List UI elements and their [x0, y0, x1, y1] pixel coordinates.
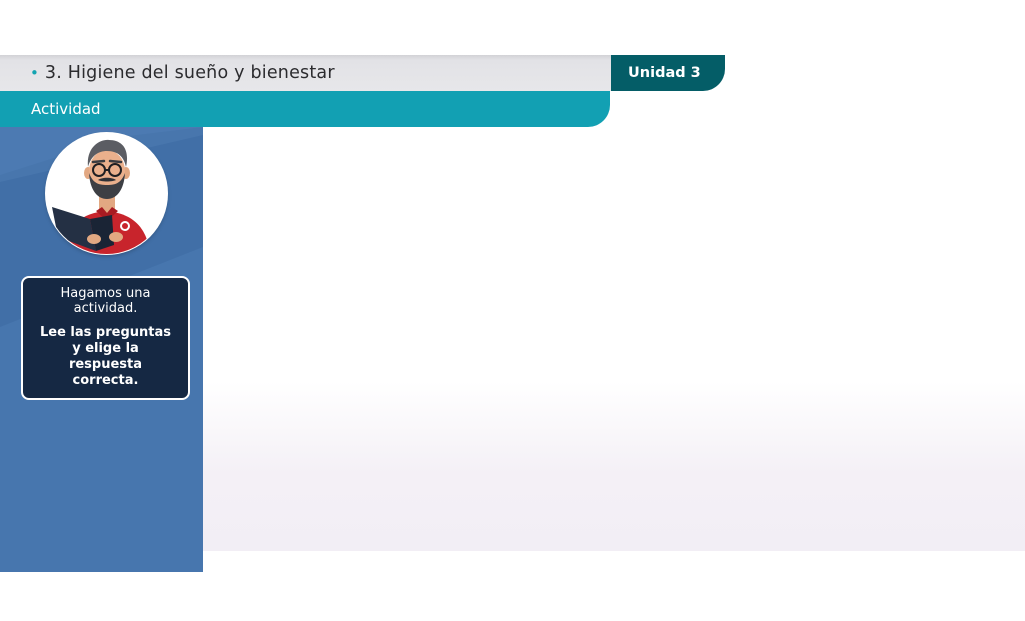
activity-content-area	[203, 127, 1025, 551]
title-bullet: •	[30, 63, 39, 82]
section-label: Actividad	[31, 100, 101, 118]
section-bar: Actividad	[0, 91, 610, 127]
speech-instruction-text: Lee las preguntas y elige la respuesta c…	[39, 325, 171, 388]
lesson-title-bar: • 3. Higiene del sueño y bienestar	[0, 55, 611, 91]
lesson-title: 3. Higiene del sueño y bienestar	[44, 63, 335, 83]
teacher-reading-book-icon	[52, 139, 150, 254]
unit-tab: Unidad 3	[611, 55, 725, 91]
unit-label: Unidad 3	[628, 65, 701, 81]
teacher-avatar	[46, 133, 167, 254]
instruction-speech-box: Hagamos una actividad. Lee las preguntas…	[21, 276, 190, 400]
speech-intro-text: Hagamos una actividad.	[60, 286, 151, 316]
